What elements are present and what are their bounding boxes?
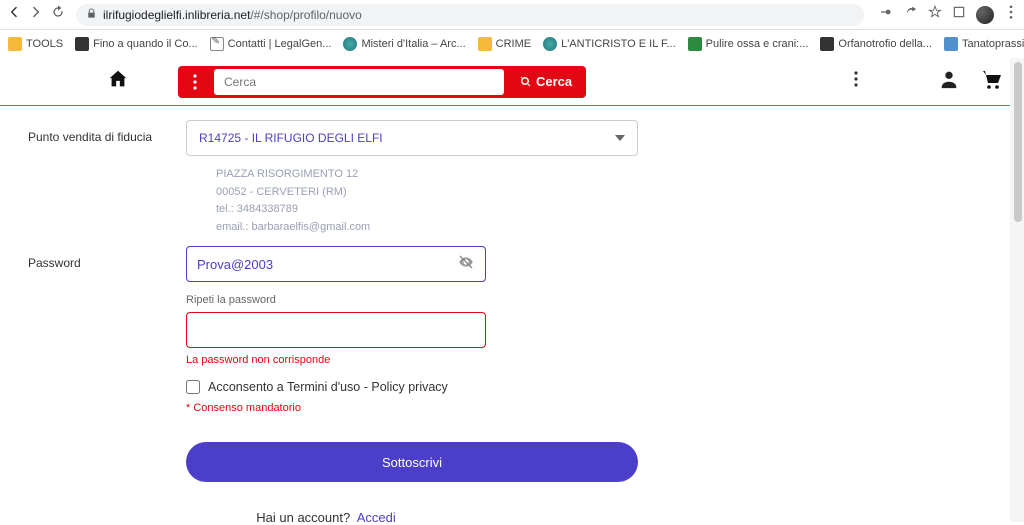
header-menu-icon[interactable] [854, 71, 858, 92]
eye-off-icon[interactable] [457, 254, 475, 275]
cart-icon[interactable] [978, 67, 1004, 96]
lock-icon [86, 8, 97, 22]
site-icon [75, 37, 89, 51]
address-bar[interactable]: ilrifugiodeglielfi.inlibreria.net/#/shop… [76, 4, 864, 26]
consent-checkbox[interactable] [186, 380, 200, 394]
store-details: PIAZZA RISORGIMENTO 12 00052 - CERVETERI… [216, 166, 646, 236]
back-button[interactable] [6, 4, 22, 25]
url-host: ilrifugiodeglielfi.inlibreria.net [103, 8, 250, 22]
bookmark-item[interactable]: Fino a quando il Co... [75, 37, 198, 51]
star-icon[interactable] [928, 5, 942, 24]
reload-button[interactable] [50, 4, 66, 25]
key-icon[interactable] [880, 5, 894, 24]
repeat-password-input[interactable] [197, 323, 475, 338]
folder-icon [8, 37, 22, 51]
site-icon [210, 37, 224, 51]
globe-icon [543, 37, 557, 51]
account-icon[interactable] [938, 68, 960, 95]
login-link[interactable]: Accedi [357, 510, 396, 525]
browser-toolbar: ilrifugiodeglielfi.inlibreria.net/#/shop… [0, 0, 1024, 30]
bookmark-item[interactable]: Pulire ossa e crani:... [688, 37, 809, 51]
site-icon [688, 37, 702, 51]
search-icon [520, 76, 532, 88]
repeat-password-label: Ripeti la password [186, 294, 646, 306]
bookmark-item[interactable]: TOOLS [8, 37, 63, 51]
password-input[interactable] [197, 257, 457, 272]
forward-button[interactable] [28, 4, 44, 25]
bookmark-item[interactable]: L'ANTICRISTO E IL F... [543, 37, 676, 51]
search-input[interactable] [214, 69, 504, 95]
search-bar: Cerca [178, 66, 586, 98]
share-icon[interactable] [904, 5, 918, 24]
store-selected-value: R14725 - IL RIFUGIO DEGLI ELFI [199, 131, 383, 145]
privacy-link[interactable]: Policy privacy [371, 380, 447, 394]
home-button[interactable] [106, 68, 130, 95]
bookmark-item[interactable]: Tanatoprassi - COS'... [944, 37, 1024, 51]
profile-avatar[interactable] [976, 6, 994, 24]
search-button[interactable]: Cerca [506, 74, 586, 89]
submit-button[interactable]: Sottoscrivi [186, 442, 638, 482]
store-label: Punto vendita di fiducia [0, 120, 186, 236]
globe-icon [343, 37, 357, 51]
folder-icon [478, 37, 492, 51]
site-header: Cerca [0, 58, 1024, 106]
password-field-wrap [186, 246, 486, 282]
store-select[interactable]: R14725 - IL RIFUGIO DEGLI ELFI [186, 120, 638, 156]
site-icon [820, 37, 834, 51]
url-path: /#/shop/profilo/nuovo [250, 8, 361, 22]
repeat-password-field-wrap [186, 312, 486, 348]
chevron-down-icon [615, 135, 625, 141]
signup-form: Punto vendita di fiducia R14725 - IL RIF… [0, 106, 1024, 525]
terms-link[interactable]: Termini d'uso [287, 380, 360, 394]
bookmark-item[interactable]: Misteri d'Italia – Arc... [343, 37, 465, 51]
menu-dots-icon[interactable] [1004, 5, 1018, 24]
site-icon [944, 37, 958, 51]
login-prompt: Hai un account? Accedi [6, 510, 646, 525]
consent-error: * Consenso mandatorio [186, 402, 646, 414]
bookmark-item[interactable]: Contatti | LegalGen... [210, 37, 332, 51]
consent-row[interactable]: Acconsento a Termini d'uso - Policy priv… [186, 380, 646, 394]
bookmark-item[interactable]: Orfanotrofio della... [820, 37, 932, 51]
password-label: Password [0, 246, 186, 525]
repeat-password-error: La password non corrisponde [186, 354, 646, 366]
search-menu-icon[interactable] [178, 74, 212, 90]
bookmark-item[interactable]: CRIME [478, 37, 531, 51]
bookmarks-bar: TOOLS Fino a quando il Co... Contatti | … [0, 30, 1024, 58]
extension-icon[interactable] [952, 5, 966, 24]
